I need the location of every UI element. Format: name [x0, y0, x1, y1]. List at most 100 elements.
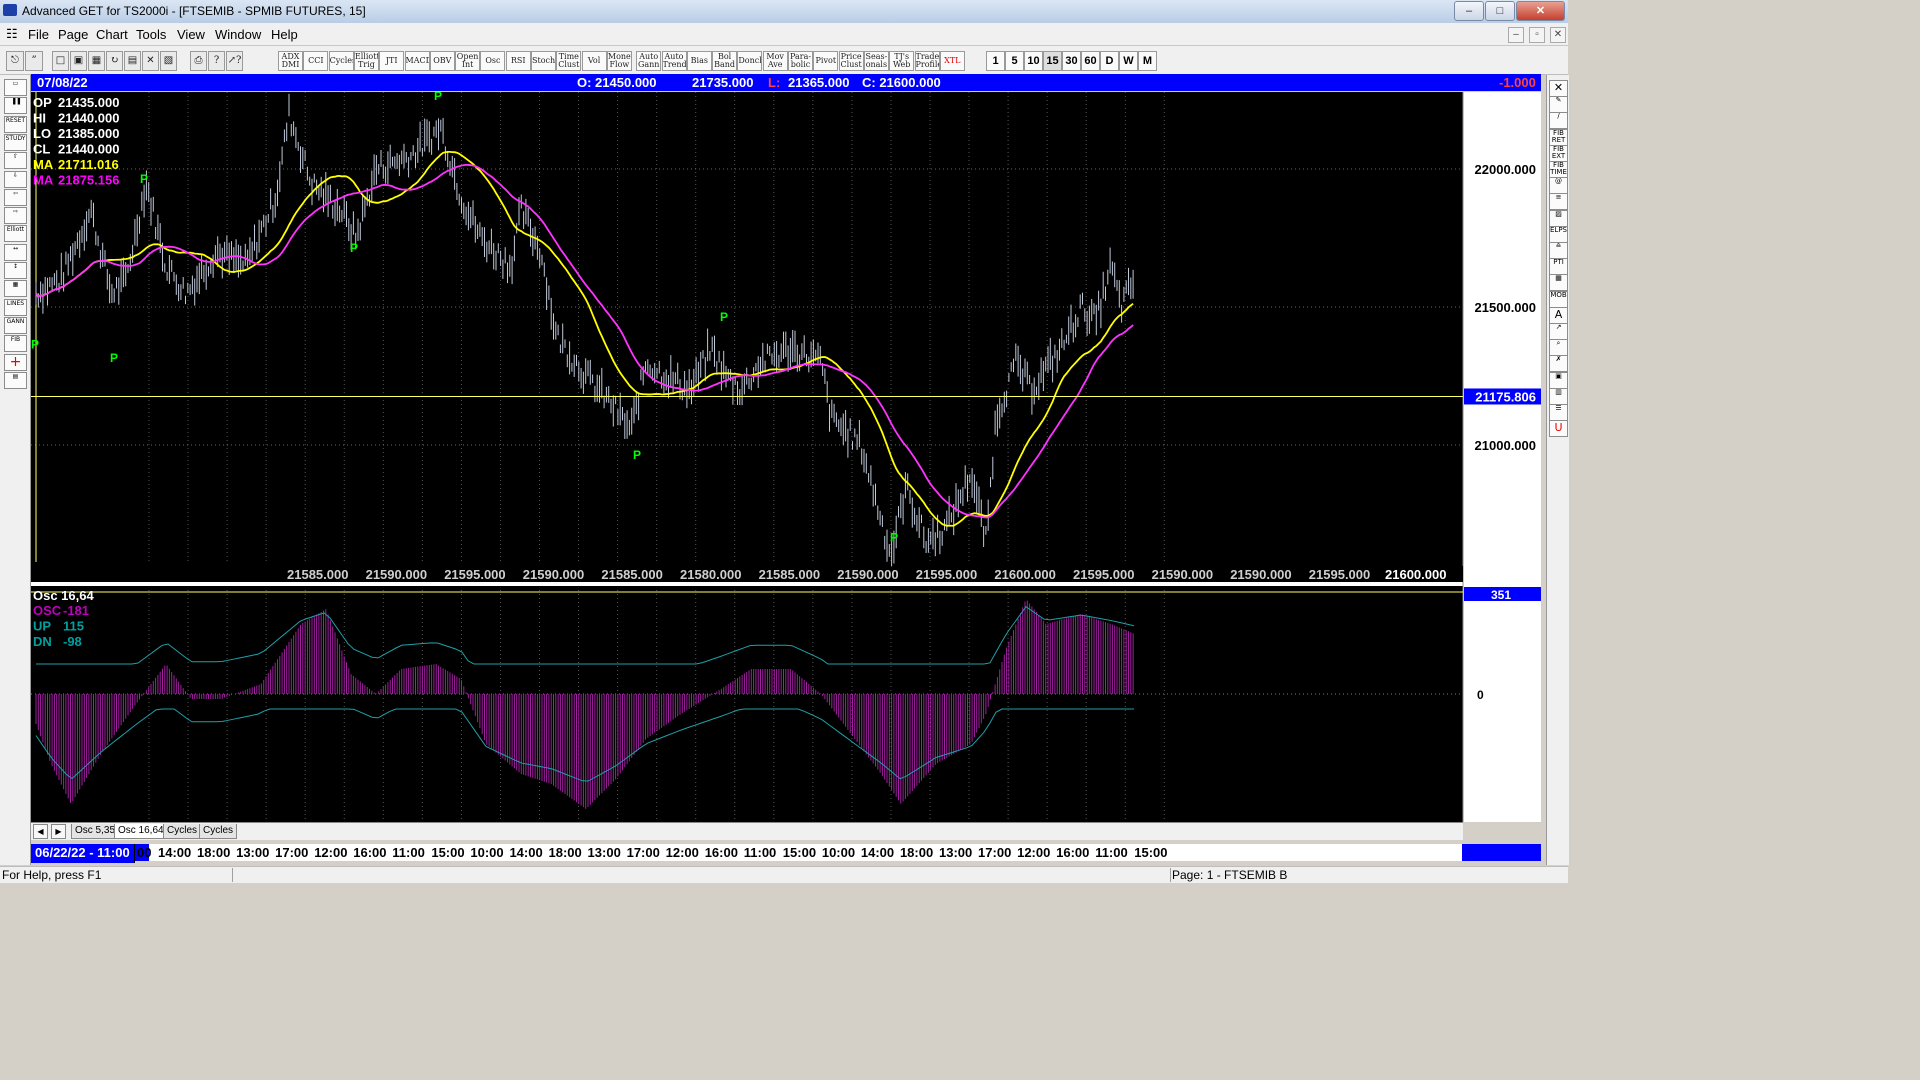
open-icon[interactable]: ▣ [70, 51, 87, 71]
timeframe-M-button[interactable]: M [1138, 51, 1157, 71]
study-button-2[interactable]: Cycles [328, 51, 354, 71]
andrews-icon[interactable]: ≙ [1549, 242, 1568, 259]
study-button-0[interactable]: ADX DMI [278, 51, 303, 71]
fib-ret-icon[interactable]: FIB RET [1549, 128, 1568, 146]
pti-icon[interactable]: PTI [1549, 258, 1568, 276]
study-button-20[interactable]: Para-bolic [788, 51, 813, 71]
menu-page[interactable]: Page [58, 27, 88, 42]
maximize-button[interactable]: □ [1485, 1, 1515, 21]
grid-icon[interactable]: ▦ [4, 280, 27, 298]
arrow-up-icon[interactable]: ⇧ [4, 152, 27, 170]
new-icon[interactable]: □ [52, 51, 69, 71]
study-button-11[interactable]: Time Clust [556, 51, 582, 71]
context-help-icon[interactable]: ↗? [226, 51, 243, 71]
window-icon[interactable]: ▧ [160, 51, 177, 71]
menu-file[interactable]: File [28, 27, 49, 42]
study-button-19[interactable]: Mov Ave [762, 51, 788, 71]
minimize-button[interactable]: – [1454, 1, 1484, 21]
crosshair-icon[interactable]: + [4, 353, 27, 371]
trendline-icon[interactable]: ∕ [1549, 112, 1568, 130]
save-icon[interactable]: ▦ [88, 51, 105, 71]
study-button-12[interactable]: Vol [581, 51, 607, 71]
list-icon[interactable]: ☰ [1549, 404, 1568, 421]
study-button-4[interactable]: JTI [379, 51, 405, 71]
quote-icon[interactable]: ” [25, 51, 43, 71]
tab-left-arrow-icon[interactable]: ◀ [33, 824, 48, 839]
mob-icon[interactable]: MOB [1549, 290, 1568, 308]
ellipse-icon[interactable]: ELPS [1549, 225, 1568, 243]
eraser-icon[interactable]: ✗ [1549, 355, 1568, 373]
timeframe-W-button[interactable]: W [1119, 51, 1138, 71]
close-button[interactable]: ✕ [1516, 1, 1565, 21]
text-icon[interactable]: A [1549, 306, 1568, 324]
print-icon[interactable]: ▤ [4, 371, 27, 389]
tab-cycles-1[interactable]: Cycles [163, 824, 202, 839]
open-chart-icon[interactable]: ▭ [4, 79, 27, 96]
timeframe-1-button[interactable]: 1 [986, 51, 1005, 71]
study-button-7[interactable]: Open Int [455, 51, 481, 71]
fib-time-icon[interactable]: FIB TIME [1549, 161, 1568, 178]
arrow-left-icon[interactable]: ⇦ [4, 188, 27, 206]
chart-svg[interactable]: 22000.000 21500.000 21000.000 21175.806 P P P P… [31, 92, 1541, 822]
lines-icon[interactable]: LINES [4, 298, 27, 316]
spiral-icon[interactable]: @ [1549, 177, 1568, 195]
study-button-21[interactable]: Pivot [813, 51, 839, 71]
study-button-13[interactable]: MoneyFlow [606, 51, 632, 71]
timeframe-15-button[interactable]: 15 [1043, 51, 1062, 71]
tab-osc-5-35[interactable]: Osc 5,35 [71, 824, 120, 839]
timeframe-D-button[interactable]: D [1100, 51, 1119, 71]
delete-icon[interactable]: ✕ [142, 51, 159, 71]
u-icon[interactable]: U [1549, 420, 1568, 438]
cursor-icon[interactable]: ⎋ [6, 51, 24, 71]
study-button-23[interactable]: Seas-onals [863, 51, 889, 71]
compress-icon[interactable]: ↕ [4, 262, 27, 279]
study-button-5[interactable]: MACD [404, 51, 430, 71]
timeframe-60-button[interactable]: 60 [1081, 51, 1100, 71]
mdi-minimize-button[interactable]: – [1508, 27, 1524, 43]
menu-tools[interactable]: Tools [136, 27, 166, 42]
printer-icon[interactable]: ⎙ [190, 51, 207, 71]
menu-chart[interactable]: Chart [96, 27, 128, 42]
tab-osc-16-64[interactable]: Osc 16,64 [114, 824, 168, 839]
help-bulb-icon[interactable]: ? [208, 51, 225, 71]
study-button-16[interactable]: Bias [686, 51, 712, 71]
study-button-25[interactable]: Trade Profile [914, 51, 940, 71]
study-button-22[interactable]: Price Clust [838, 51, 864, 71]
fib-icon[interactable]: FIB [4, 335, 27, 353]
expand-icon[interactable]: ↔ [4, 243, 27, 261]
bars-icon[interactable]: ▐▐ [4, 97, 27, 115]
menu-window[interactable]: Window [215, 27, 261, 42]
timeframe-5-button[interactable]: 5 [1005, 51, 1024, 71]
timeframe-10-button[interactable]: 10 [1024, 51, 1043, 71]
tab-right-arrow-icon[interactable]: ▶ [51, 824, 66, 839]
fan-icon[interactable]: ≡ [1549, 193, 1568, 211]
stats-icon[interactable]: ▥ [1549, 387, 1568, 405]
study-button-8[interactable]: Osc [480, 51, 506, 71]
study-button-1[interactable]: CCI [303, 51, 329, 71]
tab-cycles-2[interactable]: Cycles [199, 824, 238, 839]
zoom-icon[interactable]: ⌕ [1549, 339, 1568, 357]
grid2-icon[interactable]: ▦ [1549, 274, 1568, 292]
arrow-down-icon[interactable]: ⇩ [4, 170, 27, 188]
study-icon[interactable]: STUDY [4, 133, 27, 151]
study-button-3[interactable]: Elliott Trig [353, 51, 379, 71]
study-button-18[interactable]: Donch [737, 51, 763, 71]
channel-icon[interactable]: ▨ [1549, 209, 1568, 227]
study-button-26[interactable]: XTL [939, 51, 965, 71]
study-button-6[interactable]: OBV [429, 51, 455, 71]
close-study-icon[interactable]: ✕ [1549, 80, 1568, 97]
menu-view[interactable]: View [177, 27, 205, 42]
menu-help[interactable]: Help [271, 27, 298, 42]
reset-icon[interactable]: RESET [4, 115, 27, 133]
arrow-right-icon[interactable]: ⇨ [4, 207, 27, 225]
pencil-icon[interactable]: ✎ [1549, 96, 1568, 114]
study-button-17[interactable]: Bol Band [712, 51, 738, 71]
study-button-24[interactable]: TJ's Web [889, 51, 915, 71]
fib-ext-icon[interactable]: FIB EXT [1549, 144, 1568, 162]
elliott-icon[interactable]: Elliott [4, 225, 27, 243]
arrow-tool-icon[interactable]: ↗ [1549, 323, 1568, 340]
chart-area[interactable]: 22000.000 21500.000 21000.000 21175.806 P P P P… [31, 92, 1541, 822]
study-button-15[interactable]: Auto Trend [661, 51, 687, 71]
study-button-9[interactable]: RSI [505, 51, 531, 71]
gann-icon[interactable]: GANN [4, 316, 27, 334]
